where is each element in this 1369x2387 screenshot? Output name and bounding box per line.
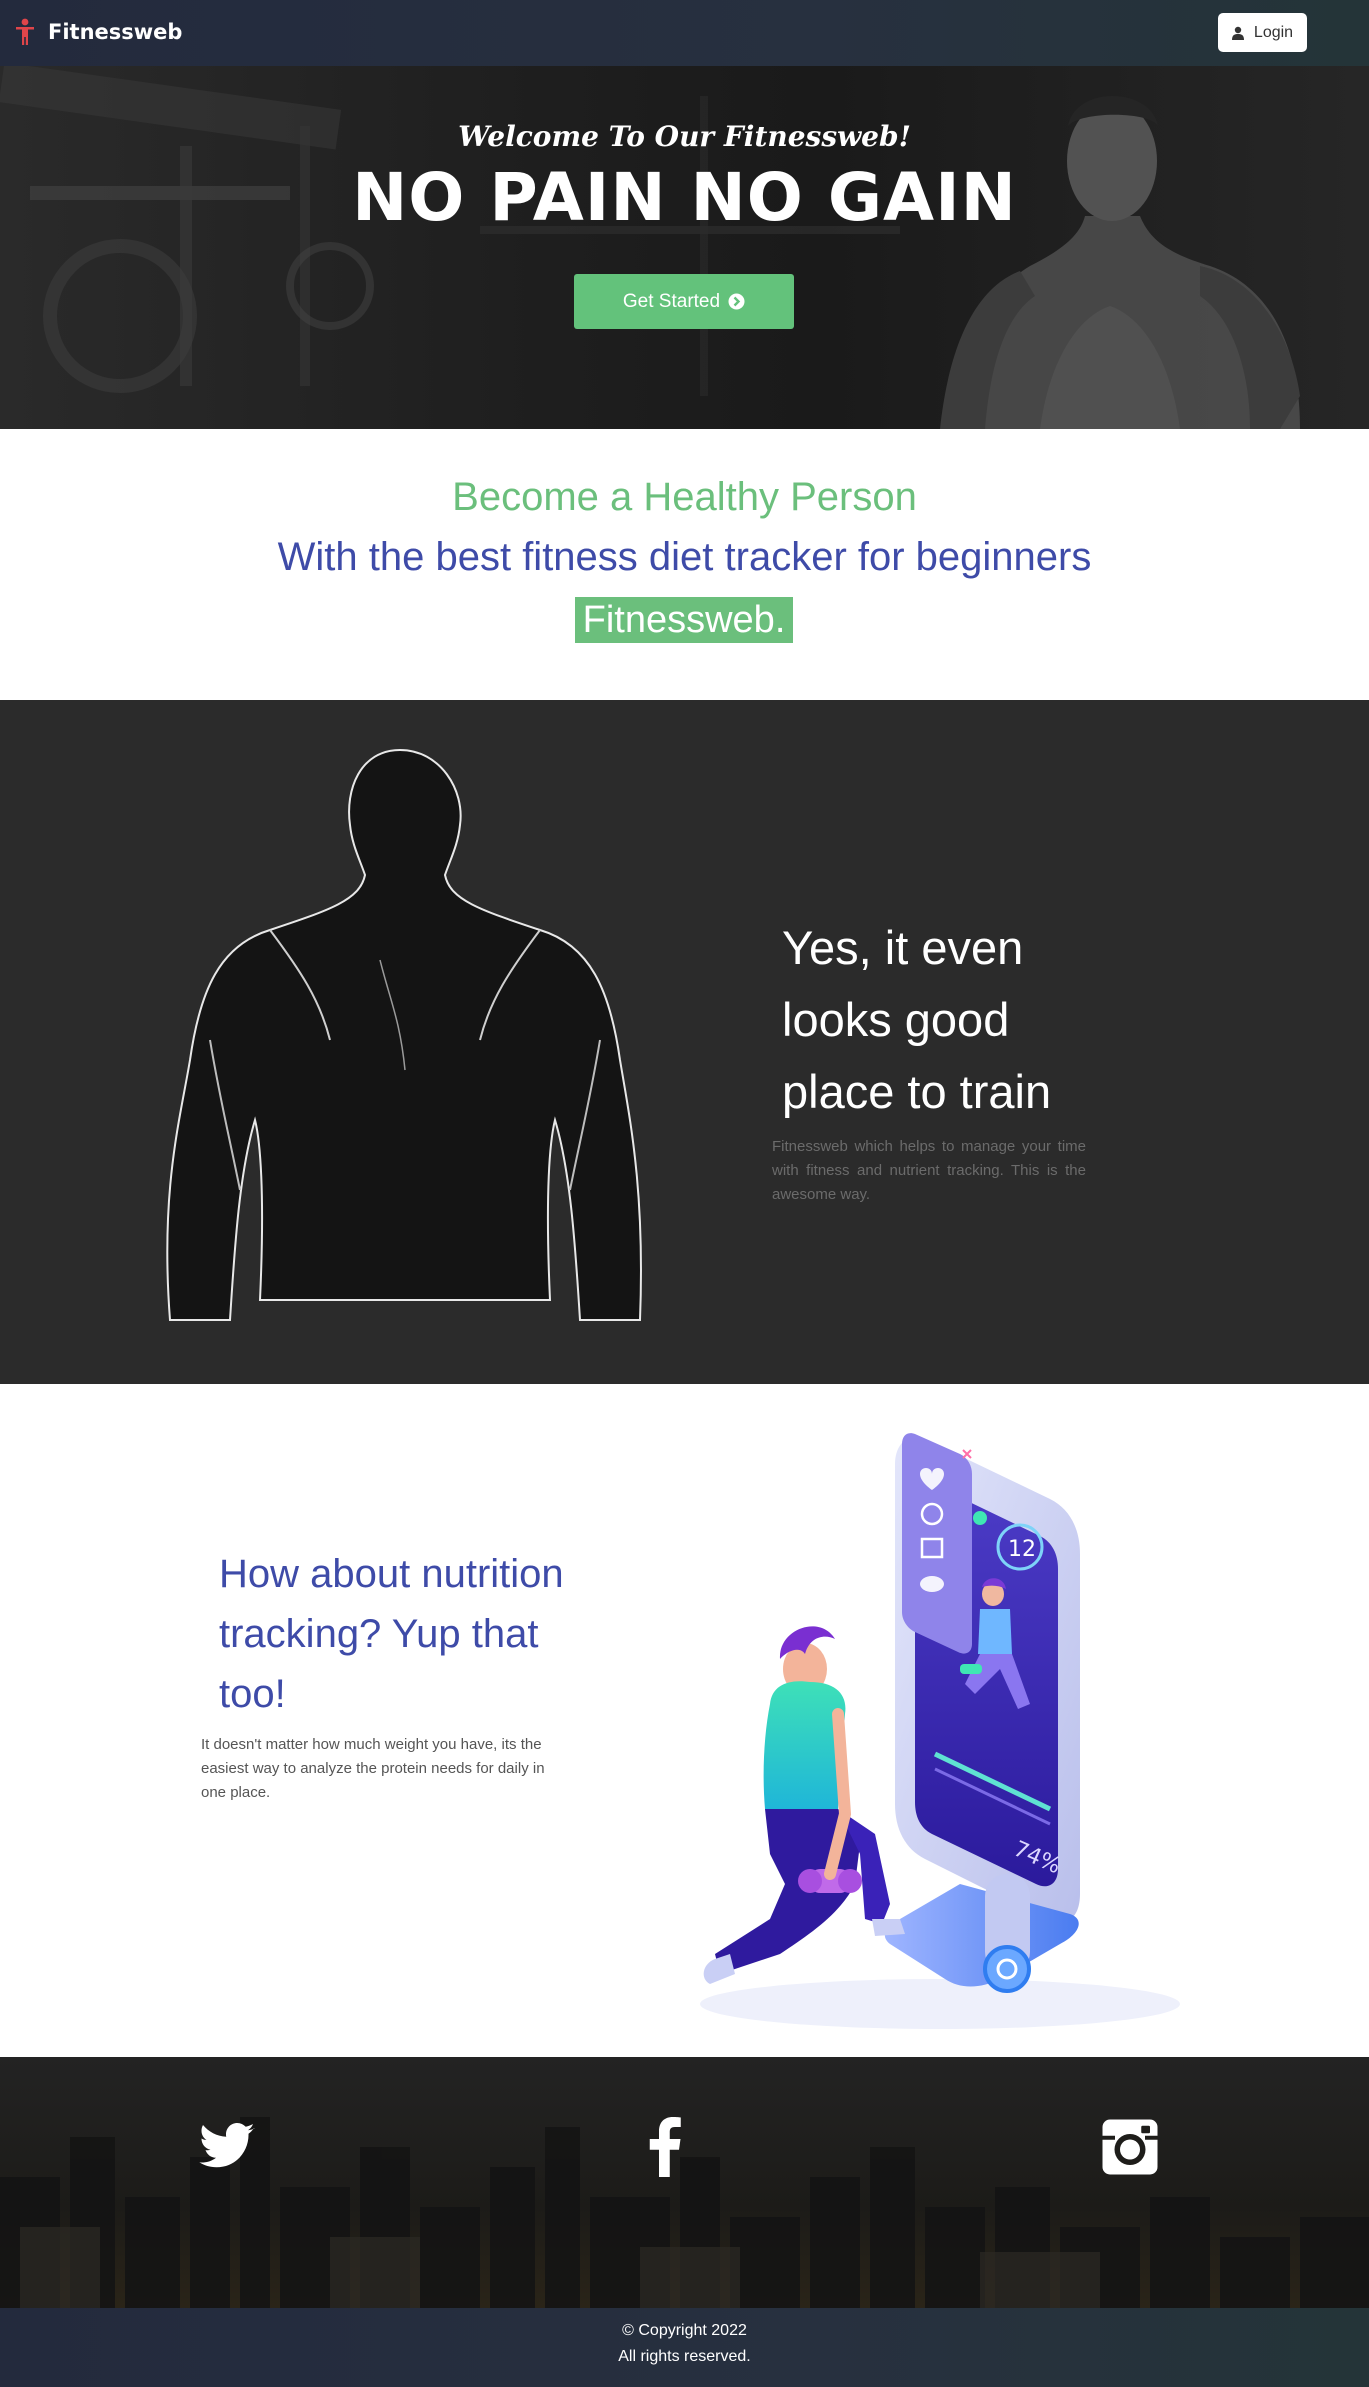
social-section (0, 2057, 1369, 2308)
city-skyline-image (0, 2117, 1369, 2308)
chevron-circle-right-icon (728, 293, 745, 310)
nutrition-feature-section: How about nutrition tracking? Yup that t… (0, 1384, 1369, 2057)
nutrition-heading: How about nutrition tracking? Yup that t… (219, 1552, 564, 1716)
phone-timer: 12 (1008, 1537, 1036, 1562)
train-heading: Yes, it even looks good place to train (782, 921, 1052, 1118)
user-icon (1231, 26, 1244, 40)
train-description: Fitnessweb which helps to manage your ti… (772, 1138, 1086, 1203)
instagram-icon[interactable] (1100, 2117, 1160, 2177)
person-figure-icon (16, 18, 34, 45)
tagline-secondary: With the best fitness diet tracker for b… (277, 535, 1092, 579)
rights-text: All rights reserved. (618, 2348, 751, 2365)
tagline-highlight: Fitnessweb. (575, 597, 793, 643)
login-label: Login (1253, 23, 1294, 41)
hero-banner: Welcome To Our Fitnessweb! NO PAIN NO GA… (0, 66, 1369, 429)
navbar: Fitnessweb Login (0, 0, 1369, 66)
brand-name: Fitnessweb (48, 20, 183, 44)
tagline-primary: Become a Healthy Person (452, 475, 917, 519)
workout-app-illustration: 12 74% (700, 1433, 1180, 2029)
train-feature-section: Yes, it even looks good place to train F… (0, 700, 1369, 1384)
brand[interactable]: Fitnessweb (14, 18, 182, 46)
twitter-icon[interactable] (197, 2117, 257, 2177)
athlete-silhouette-image (166, 748, 642, 1321)
login-button[interactable]: Login (1218, 13, 1307, 52)
nutrition-description: It doesn't matter how much weight you ha… (201, 1736, 545, 1801)
facebook-icon[interactable] (636, 2117, 696, 2177)
footer: © Copyright 2022 All rights reserved. (0, 2308, 1369, 2387)
get-started-label: Get Started (622, 290, 721, 312)
tagline-section: Become a Healthy Person With the best fi… (0, 429, 1369, 700)
hero-welcome: Welcome To Our Fitnessweb! (458, 120, 911, 153)
copyright-text: © Copyright 2022 (622, 2322, 747, 2339)
hero-title: NO PAIN NO GAIN (352, 159, 1017, 236)
get-started-button[interactable]: Get Started (574, 274, 794, 329)
